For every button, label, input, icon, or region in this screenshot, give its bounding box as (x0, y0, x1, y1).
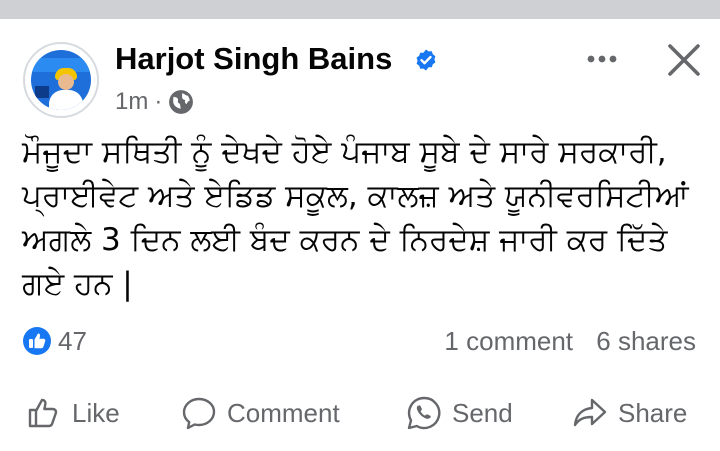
send-label: Send (452, 397, 513, 428)
reaction-summary[interactable]: 47 (22, 324, 87, 358)
post-meta: 1m · (115, 88, 194, 116)
close-icon[interactable] (664, 40, 704, 80)
profile-photo (31, 50, 91, 110)
comment-count[interactable]: 1 comment (444, 326, 573, 356)
more-dots-icon[interactable] (582, 44, 622, 74)
send-button[interactable]: Send (406, 386, 513, 440)
top-divider-bar (0, 0, 720, 19)
avatar[interactable] (23, 42, 99, 118)
share-count[interactable]: 6 shares (596, 326, 696, 356)
globe-icon[interactable] (168, 89, 194, 115)
share-label: Share (618, 397, 688, 428)
whatsapp-send-icon (407, 396, 441, 430)
engagement-stats: 1 comment 6 shares (444, 326, 696, 357)
comment-button[interactable]: Comment (181, 386, 340, 440)
verified-badge-icon (416, 49, 436, 71)
thumbs-up-icon (28, 398, 58, 428)
like-label: Like (72, 397, 120, 428)
post-time[interactable]: 1m (115, 88, 148, 116)
reaction-count: 47 (58, 325, 87, 356)
meta-separator: · (154, 88, 163, 115)
share-button[interactable]: Share (572, 386, 687, 440)
author-name[interactable]: Harjot Singh Bains (115, 41, 392, 77)
comment-bubble-icon (182, 397, 216, 430)
post-action-bar: Like Comment Send Share (0, 386, 720, 440)
post-body-text: ਮੌਜੂਦਾ ਸਥਿਤੀ ਨੂੰ ਦੇਖਦੇ ਹੋਏ ਪੰਜਾਬ ਸੂਬੇ ਦੇ… (22, 134, 689, 302)
share-arrow-icon (573, 398, 607, 427)
like-reaction-icon (23, 327, 51, 355)
like-button[interactable]: Like (26, 386, 120, 440)
comment-label: Comment (227, 397, 340, 428)
post-header: Harjot Singh Bains 1m · (20, 40, 710, 120)
